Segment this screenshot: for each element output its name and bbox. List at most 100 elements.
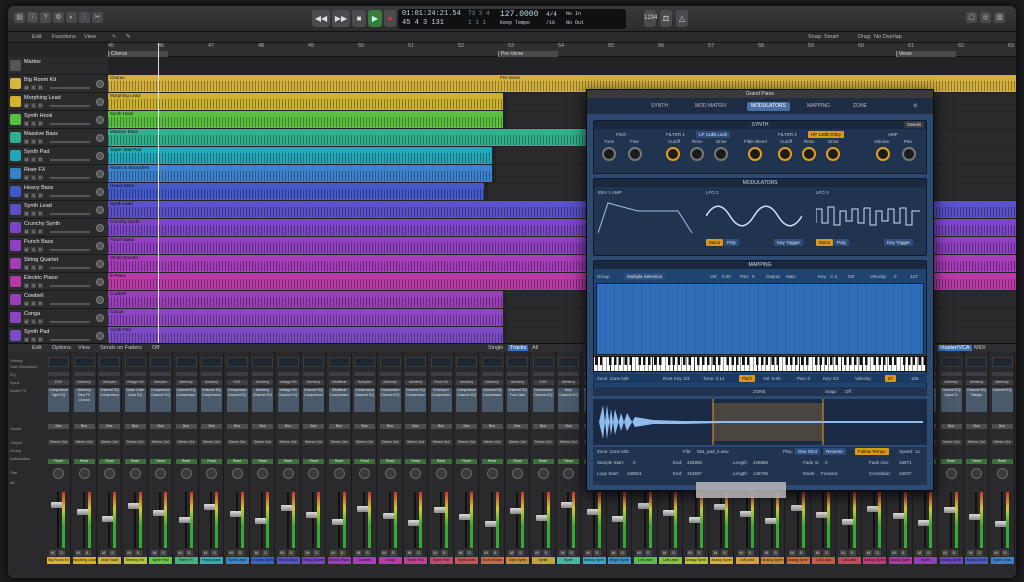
mute-button[interactable]: M <box>992 550 1000 556</box>
mute-button[interactable]: M <box>686 550 694 556</box>
pan-knob[interactable] <box>96 152 104 160</box>
channel-strip[interactable]: Vintage B3 Noise Gate Chan EQ Bus Stereo Ou… <box>123 352 148 564</box>
mute-button[interactable]: M <box>151 550 158 556</box>
mute-button[interactable]: M <box>24 175 29 180</box>
volume-slider[interactable] <box>50 141 90 143</box>
input-label[interactable]: Alchemy <box>201 380 222 385</box>
solo-button[interactable]: S <box>31 301 36 306</box>
channel-strip[interactable]: Alchemy Compressor Channel EQ Bus Stereo Ou… <box>378 352 403 564</box>
mute-button[interactable]: M <box>24 337 29 342</box>
automation-read[interactable]: Read <box>379 459 401 464</box>
send-slot[interactable]: Bus <box>966 424 987 429</box>
lfo3-key-trigger[interactable]: Key Trigger <box>884 239 914 246</box>
eq-thumbnail[interactable] <box>124 357 146 367</box>
mute-button[interactable]: M <box>24 121 29 126</box>
pan-knob[interactable] <box>257 468 268 479</box>
automation-read[interactable]: Read <box>303 459 324 464</box>
send-slot[interactable]: Bus <box>99 424 120 429</box>
send-slot[interactable]: Bus <box>991 424 1013 429</box>
input-label[interactable]: Alchemy <box>940 380 962 385</box>
input-slot[interactable] <box>175 372 197 376</box>
pan-knob[interactable] <box>180 468 192 479</box>
mute-button[interactable]: M <box>329 550 337 556</box>
tab-mapping[interactable]: MAPPING <box>803 102 834 111</box>
input-slot[interactable] <box>226 372 248 376</box>
lfo2-key-trigger[interactable]: Key Trigger <box>774 239 804 246</box>
track-header[interactable]: Synth Lead M S R <box>8 201 108 219</box>
track-header[interactable]: Marker <box>8 57 108 75</box>
output-slot[interactable]: Stereo Out <box>252 440 273 445</box>
region[interactable]: Risers & Swooshes <box>108 165 492 182</box>
channel-strip[interactable]: Alchemy Channel EQ Fuzz Wah Bus Stereo Out R… <box>505 352 530 564</box>
pan-knob[interactable] <box>486 468 498 479</box>
channel-strip[interactable]: EXS Compressor Channel EQ Bus Stereo Out Rea… <box>225 352 250 564</box>
send-slot[interactable]: Bus <box>430 424 452 429</box>
pan-knob[interactable] <box>96 188 104 196</box>
lfo3-poly-button[interactable]: Poly <box>834 239 849 246</box>
midi-button[interactable]: MIDI <box>974 345 986 351</box>
pencil-tool-icon[interactable]: ✎ <box>126 34 131 40</box>
mute-button[interactable]: M <box>712 550 719 556</box>
input-slot[interactable] <box>303 372 324 376</box>
audio-fx-slot[interactable]: Compressor Channel EQ <box>379 388 401 412</box>
solo-button[interactable]: S <box>31 157 36 162</box>
output-slot[interactable]: Stereo Out <box>73 440 95 445</box>
keyboard-black-keys[interactable] <box>593 356 927 365</box>
playhead[interactable] <box>158 43 159 343</box>
solo-button[interactable]: S <box>517 550 524 556</box>
mute-button[interactable]: M <box>457 550 464 556</box>
audio-fx-slot[interactable]: Channel EQ <box>991 388 1013 412</box>
solo-button[interactable]: S <box>31 103 36 108</box>
pan-knob[interactable] <box>945 468 957 479</box>
input-slot[interactable] <box>940 372 962 376</box>
solo-button[interactable]: S <box>31 193 36 198</box>
input-label[interactable]: Alchemy <box>303 380 324 385</box>
input-slot[interactable] <box>277 372 299 376</box>
pan-knob[interactable] <box>96 80 104 88</box>
send-slot[interactable]: Bus <box>124 424 146 429</box>
audio-fx-slot[interactable]: Amp Channel EQ <box>558 388 579 412</box>
input-slot[interactable] <box>966 372 987 376</box>
length-value[interactable]: 426885 <box>753 460 768 465</box>
pan-knob[interactable] <box>282 468 294 479</box>
mute-button[interactable]: M <box>176 550 184 556</box>
send-slot[interactable]: Bus <box>379 424 401 429</box>
eq-thumbnail[interactable] <box>558 357 579 367</box>
solo-button[interactable]: S <box>338 550 346 556</box>
region[interactable]: Synth Pad <box>108 327 503 343</box>
output-slot[interactable]: Stereo Out <box>175 440 197 445</box>
details-button[interactable]: Details <box>904 121 924 128</box>
automation-read[interactable]: Read <box>201 459 222 464</box>
mixer-all-tab[interactable]: All <box>532 345 538 351</box>
mute-button[interactable]: M <box>24 139 29 144</box>
pan-knob[interactable] <box>96 314 104 322</box>
output-slot[interactable]: Stereo Out <box>991 440 1013 445</box>
automation-read[interactable]: Read <box>481 459 503 464</box>
audio-fx-slot[interactable]: Compressor Channel EQ <box>532 388 554 412</box>
pan-knob[interactable] <box>333 468 345 479</box>
channel-strip[interactable]: Alchemy Channel EQ Compressor Bus Stereo Ou… <box>480 352 505 564</box>
solo-button[interactable]: S <box>109 550 116 556</box>
record-button[interactable]: R <box>38 247 43 252</box>
pan-knob[interactable] <box>308 468 319 479</box>
channel-strip[interactable]: Alchemy Channel EQ Compressor Bus Stereo Ou… <box>301 352 326 564</box>
audio-fx-slot[interactable]: Channel EQ Compressor <box>99 388 120 412</box>
vel-from-zone[interactable]: 87 <box>885 375 897 382</box>
channel-strip[interactable]: Sampler Channel EQ Compressor Bus Stereo Ou… <box>97 352 122 564</box>
send-slot[interactable]: Bus <box>405 424 426 429</box>
record-button[interactable]: R <box>38 157 43 162</box>
record-button[interactable]: R <box>38 265 43 270</box>
solo-button[interactable]: S <box>466 550 473 556</box>
sample-waveform[interactable] <box>593 399 927 445</box>
zone-snap-value[interactable]: Off <box>845 389 851 394</box>
record-button[interactable]: R <box>38 85 43 90</box>
mute-button[interactable]: M <box>24 301 29 306</box>
mute-button[interactable]: M <box>839 550 847 556</box>
record-button[interactable]: R <box>38 319 43 324</box>
mute-button[interactable]: M <box>941 550 949 556</box>
mixer-icon[interactable]: ⫶ <box>79 12 90 23</box>
track-header[interactable]: Electric Piano M S R <box>8 273 108 291</box>
view-menu[interactable]: View <box>84 34 96 40</box>
eq-thumbnail[interactable] <box>532 357 554 367</box>
snap-value[interactable]: Smart <box>824 34 839 40</box>
